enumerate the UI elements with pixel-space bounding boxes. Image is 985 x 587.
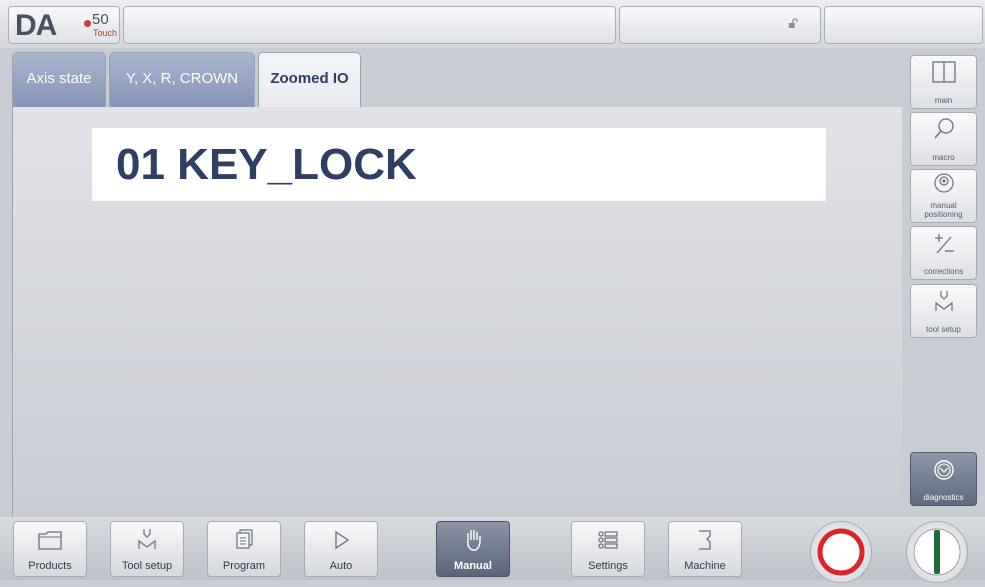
magnifier-icon bbox=[933, 118, 954, 139]
nav-tool-setup-button[interactable]: Tool setup bbox=[110, 521, 184, 577]
top-bar: DA 50 Touch bbox=[0, 0, 985, 48]
logo-model: 50 bbox=[92, 11, 109, 28]
nav-settings-button[interactable]: Settings bbox=[571, 521, 645, 577]
bottom-nav: Products Tool setup Program Auto Manual bbox=[0, 517, 985, 583]
punch-die-icon bbox=[934, 291, 953, 311]
stop-icon bbox=[817, 528, 865, 576]
status-field-lock[interactable] bbox=[619, 6, 821, 44]
status-field-right[interactable] bbox=[824, 6, 983, 44]
tab-y-x-r-crown[interactable]: Y, X, R, CROWN bbox=[109, 52, 255, 107]
logo-variant: Touch bbox=[93, 28, 118, 38]
logo-brand: DA bbox=[15, 9, 57, 42]
panel-icon bbox=[931, 61, 956, 83]
play-icon bbox=[335, 530, 350, 550]
nav-manual-button[interactable]: Manual bbox=[436, 521, 510, 577]
side-diagnostics-label: diagnostics bbox=[923, 493, 964, 502]
punch-die-icon bbox=[138, 529, 156, 549]
start-icon bbox=[913, 528, 961, 576]
side-diagnostics-button[interactable]: diagnostics bbox=[910, 452, 977, 506]
pages-icon bbox=[236, 529, 253, 549]
side-macro-button[interactable]: macro bbox=[910, 112, 977, 166]
side-corrections-label: corrections bbox=[923, 267, 964, 276]
hand-icon bbox=[467, 530, 481, 551]
side-macro-label: macro bbox=[932, 153, 955, 162]
side-tool-setup-button[interactable]: tool setup bbox=[910, 284, 977, 338]
nav-products-button[interactable]: Products bbox=[13, 521, 87, 577]
io-display: 01 KEY_LOCK bbox=[92, 128, 826, 201]
side-main-label: main bbox=[934, 96, 953, 105]
handwheel-icon bbox=[933, 173, 954, 193]
tab-zoomed-io[interactable]: Zoomed IO bbox=[258, 52, 361, 108]
side-corrections-button[interactable]: corrections bbox=[910, 226, 977, 280]
side-tool-setup-label: tool setup bbox=[926, 325, 961, 334]
side-manual-positioning-label: manual positioning bbox=[924, 201, 963, 219]
io-label: 01 KEY_LOCK bbox=[116, 140, 417, 189]
nav-auto-button[interactable]: Auto bbox=[304, 521, 378, 577]
unlock-icon bbox=[788, 18, 798, 28]
list-icon bbox=[598, 531, 618, 549]
nav-machine-label: Machine bbox=[684, 560, 726, 572]
folder-icon bbox=[38, 531, 62, 550]
stop-button[interactable] bbox=[810, 521, 872, 583]
side-menu: main macro manual positioning correction… bbox=[905, 52, 985, 517]
nav-settings-label: Settings bbox=[588, 560, 628, 572]
logo-dot bbox=[84, 20, 91, 27]
tab-axis-state[interactable]: Axis state bbox=[12, 52, 106, 107]
nav-tool-setup-label: Tool setup bbox=[121, 560, 173, 572]
nav-program-label: Program bbox=[222, 560, 266, 572]
nav-manual-label: Manual bbox=[454, 560, 492, 572]
start-button[interactable] bbox=[906, 521, 968, 583]
nav-auto-label: Auto bbox=[329, 560, 353, 572]
nav-products-label: Products bbox=[28, 560, 72, 572]
side-main-button[interactable]: main bbox=[910, 55, 977, 109]
plus-minus-icon bbox=[934, 234, 954, 254]
logo: DA 50 Touch bbox=[8, 6, 120, 44]
nav-machine-button[interactable]: Machine bbox=[668, 521, 742, 577]
machine-icon bbox=[699, 530, 711, 550]
stethoscope-icon bbox=[933, 460, 954, 480]
status-field-main[interactable] bbox=[123, 6, 616, 44]
side-manual-positioning-button[interactable]: manual positioning bbox=[910, 169, 977, 223]
nav-program-button[interactable]: Program bbox=[207, 521, 281, 577]
